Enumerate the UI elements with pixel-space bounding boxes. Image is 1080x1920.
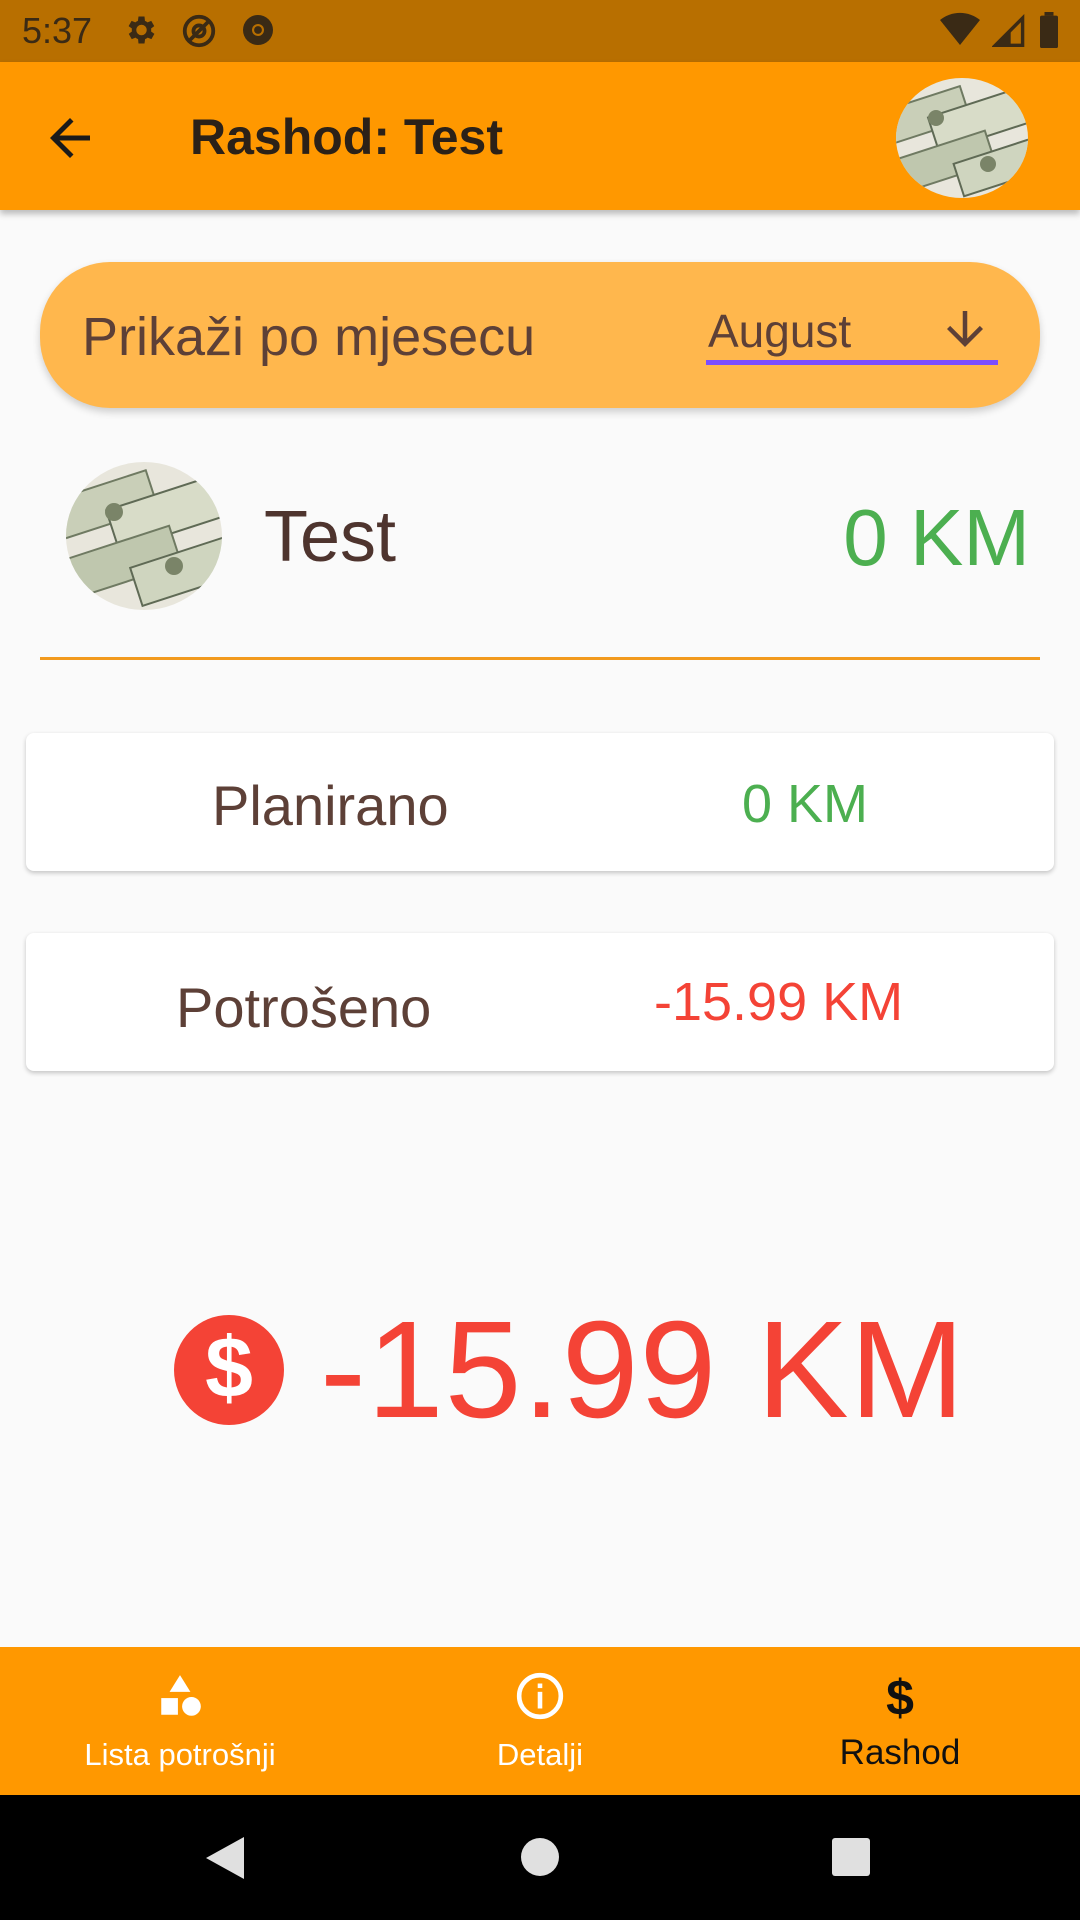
divider [40, 657, 1040, 660]
back-button[interactable] [40, 108, 100, 168]
status-time: 5:37 [22, 10, 93, 51]
home-circle-icon[interactable] [520, 1837, 560, 1877]
total-value: -15.99 KM [320, 1292, 966, 1447]
page-title: Rashod: Test [190, 109, 503, 165]
info-icon [516, 1672, 564, 1720]
planned-label: Planirano [212, 774, 449, 837]
back-triangle-icon[interactable] [204, 1835, 246, 1881]
dollar-circle-icon: $ [174, 1315, 284, 1425]
nav-item-detalji[interactable]: Detalji [360, 1647, 720, 1795]
bottom-navigation: Lista potrošnji Detalji $ Rashod [0, 1647, 1080, 1795]
dollar-icon: $ [886, 1671, 914, 1721]
total-summary: $ -15.99 KM [174, 1290, 966, 1450]
planned-value: 0 KM [742, 774, 869, 834]
nav-label: Rashod [839, 1733, 961, 1772]
item-amount: 0 KM [843, 493, 1030, 582]
arrow-left-icon [50, 118, 90, 158]
app-bar: Rashod: Test [0, 62, 1080, 210]
spent-label: Potrošeno [176, 976, 432, 1039]
nav-label: Lista potrošnji [84, 1737, 276, 1772]
item-avatar [66, 462, 222, 610]
arrow-down-icon [947, 311, 983, 347]
spent-value: -15.99 KM [654, 972, 904, 1032]
month-filter-label: Prikaži po mjesecu [82, 307, 536, 367]
svg-text:$: $ [886, 1671, 914, 1721]
month-dropdown[interactable]: August [706, 298, 998, 365]
selected-month: August [708, 305, 852, 357]
battery-icon [1040, 12, 1058, 48]
planned-card: Planirano 0 KM [26, 733, 1054, 871]
nav-item-rashod[interactable]: $ Rashod [720, 1647, 1080, 1795]
status-icons-left [122, 12, 276, 50]
status-bar: 5:37 [0, 0, 1080, 62]
system-navigation-bar [0, 1795, 1080, 1920]
recents-square-icon[interactable] [831, 1837, 871, 1877]
settings-icon [128, 16, 155, 44]
month-filter-card: Prikaži po mjesecu August [40, 262, 1040, 408]
shapes-icon [161, 1675, 201, 1716]
signal-icon [992, 13, 1025, 47]
nav-item-lista-potrosnji[interactable]: Lista potrošnji [0, 1647, 360, 1795]
status-icons-right [940, 12, 1060, 48]
spent-card: Potrošeno -15.99 KM [26, 933, 1054, 1071]
money-image [896, 78, 1028, 198]
item-name: Test [264, 497, 397, 577]
svg-text:$: $ [205, 1320, 253, 1416]
chrome-icon [243, 15, 273, 45]
avatar[interactable] [896, 78, 1028, 198]
wifi-icon [940, 12, 980, 46]
money-image [66, 462, 222, 610]
nav-label: Detalji [496, 1737, 584, 1772]
at-sign-icon [182, 14, 216, 48]
